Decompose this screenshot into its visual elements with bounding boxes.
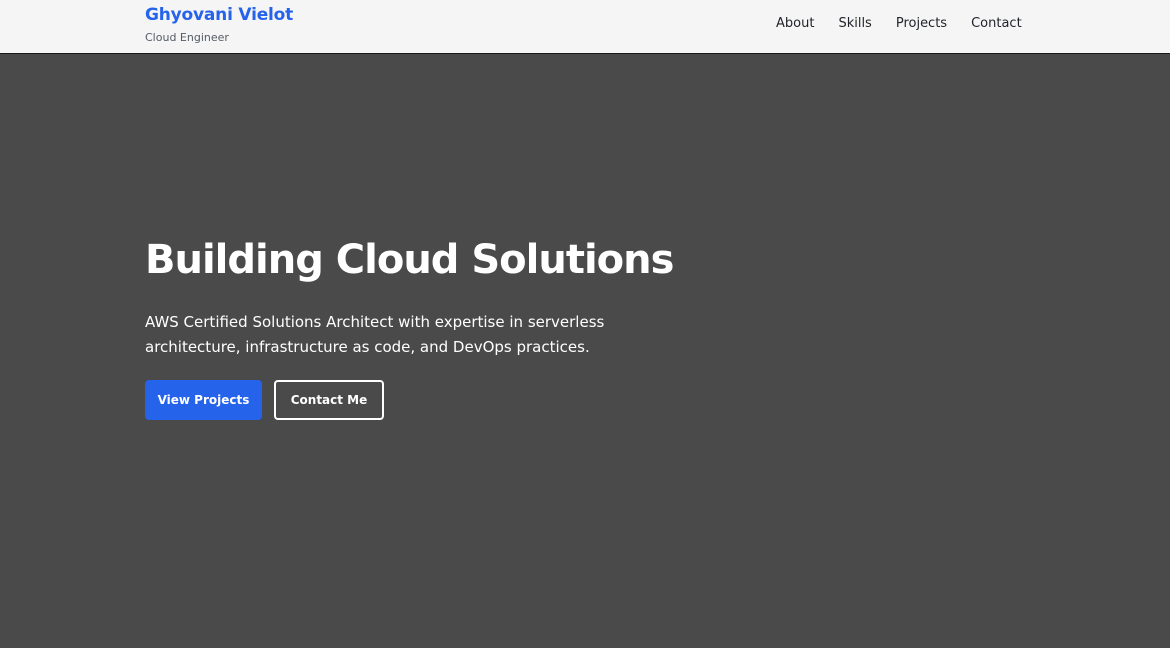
nav-link-about[interactable]: About — [776, 16, 814, 32]
brand-tagline: Cloud Engineer — [145, 31, 229, 44]
brand[interactable]: Ghyovani Vielot Cloud Engineer — [145, 4, 293, 44]
hero-section: Building Cloud Solutions AWS Certified S… — [0, 54, 1170, 648]
nav-link-projects[interactable]: Projects — [896, 16, 947, 32]
hero-title: Building Cloud Solutions — [145, 237, 674, 283]
nav-link-skills[interactable]: Skills — [838, 16, 871, 32]
brand-name[interactable]: Ghyovani Vielot — [145, 4, 293, 26]
navbar: Ghyovani Vielot Cloud Engineer About Ski… — [0, 0, 1170, 54]
view-projects-button[interactable]: View Projects — [145, 380, 262, 420]
nav-link-contact[interactable]: Contact — [971, 16, 1022, 32]
contact-me-button[interactable]: Contact Me — [274, 380, 384, 420]
main-nav: About Skills Projects Contact — [776, 16, 1022, 32]
hero-actions: View Projects Contact Me — [145, 380, 765, 420]
hero-subtitle: AWS Certified Solutions Architect with e… — [145, 313, 605, 356]
hero-content: Building Cloud Solutions AWS Certified S… — [145, 232, 765, 420]
